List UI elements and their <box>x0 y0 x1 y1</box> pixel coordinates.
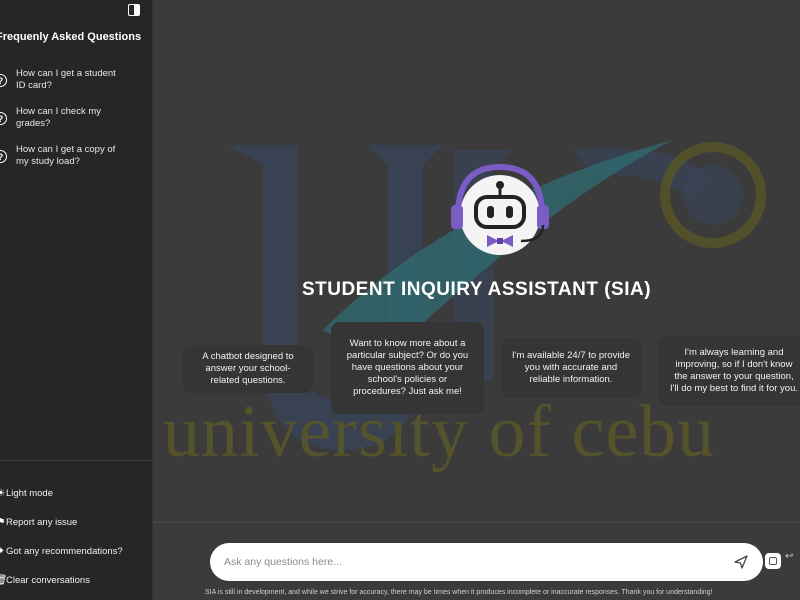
return-arrow-icon: ↩ <box>785 551 794 562</box>
light-mode-label: Light mode <box>6 488 54 499</box>
faq-item-label: How can I check my grades? <box>16 106 101 129</box>
sidebar-toggle-icon[interactable] <box>128 4 140 16</box>
report-issue-button[interactable]: ⚑ Report any issue <box>0 508 152 537</box>
recommendations-button[interactable]: ✦ Got any recommendations? <box>0 537 152 566</box>
question-icon: ? <box>0 150 7 163</box>
faq-item-study-load[interactable]: ? How can I get a copy of my study load? <box>0 144 152 168</box>
clear-conversations-label: Clear conversations <box>6 575 90 586</box>
faq-item-student-id[interactable]: ? How can I get a student ID card? <box>0 68 152 92</box>
chat-input-bar: ↩ SIA is still in development, and while… <box>153 522 800 600</box>
disclaimer-text: SIA is still in development, and while w… <box>205 589 713 596</box>
faq-item-grades[interactable]: ? How can I check my grades? <box>0 106 152 130</box>
recommendations-label: Got any recommendations? <box>6 546 123 557</box>
sidebar: Frequenly Asked Questions ? How can I ge… <box>0 0 153 600</box>
send-icon[interactable] <box>733 554 749 570</box>
faq-list: ? How can I get a student ID card? ? How… <box>0 68 152 182</box>
page-title: STUDENT INQUIRY ASSISTANT (SIA) <box>301 279 652 300</box>
report-issue-label: Report any issue <box>6 517 78 528</box>
question-icon: ? <box>0 74 7 87</box>
main-area: university of cebu STUDENT INQUIRY ASSIS… <box>153 0 800 600</box>
faq-title: Frequenly Asked Questions <box>0 31 142 43</box>
chat-input-wrapper <box>210 543 763 581</box>
info-card-learning: I'm always learning and improving, so if… <box>659 336 800 406</box>
stop-icon <box>769 557 777 565</box>
info-card-ask-me: Want to know more about a particular sub… <box>331 322 484 414</box>
faq-item-label: How can I get a student ID card? <box>16 68 116 91</box>
light-mode-button[interactable]: ☀ Light mode <box>0 479 152 508</box>
question-icon: ? <box>0 112 7 125</box>
stop-button[interactable] <box>765 553 781 569</box>
chat-input[interactable] <box>224 543 724 581</box>
clear-conversations-button[interactable]: 🗑 Clear conversations <box>0 566 152 595</box>
faq-item-label: How can I get a copy of my study load? <box>16 144 116 167</box>
sidebar-bottom: ☀ Light mode ⚑ Report any issue ✦ Got an… <box>0 460 152 595</box>
info-card-chatbot: A chatbot designed to answer your school… <box>183 345 313 393</box>
robot-headset-logo <box>451 163 549 255</box>
info-card-availability: I'm available 24/7 to provide you with a… <box>501 338 641 398</box>
